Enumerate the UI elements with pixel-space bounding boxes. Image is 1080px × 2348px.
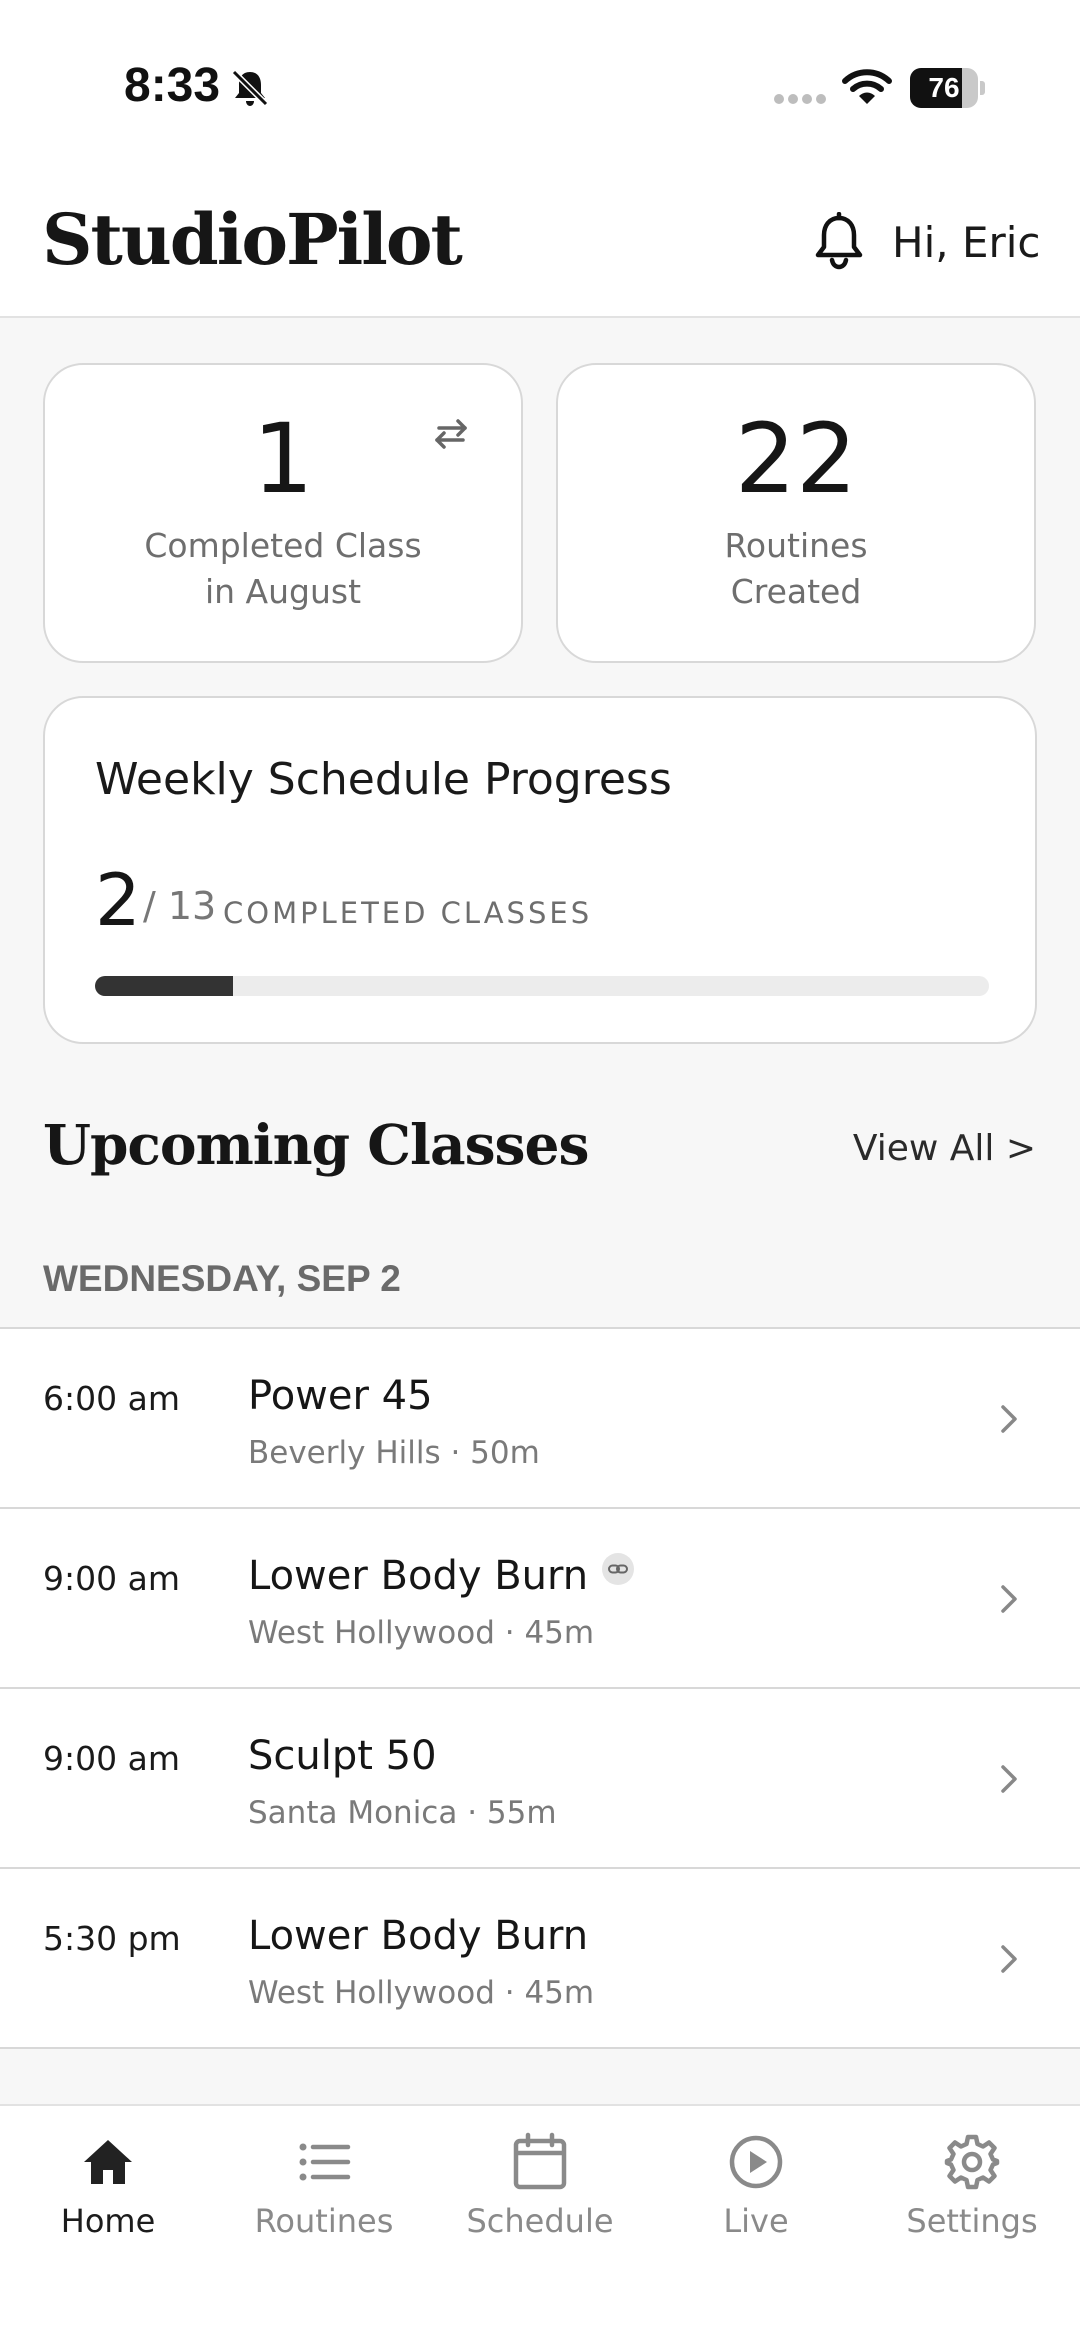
home-screen: 8:33 76 StudioPilot Hi, Eric 1 Completed…	[0, 0, 1080, 2348]
weekly-progress-card[interactable]: Weekly Schedule Progress 2 / 13 COMPLETE…	[43, 696, 1037, 1044]
progress-caption: COMPLETED CLASSES	[223, 896, 593, 930]
bell-off-icon	[231, 69, 269, 107]
nav-settings-label: Settings	[906, 2202, 1038, 2240]
nav-live-label: Live	[723, 2202, 789, 2240]
completed-classes-card[interactable]: 1 Completed Class in August	[43, 363, 523, 663]
play-circle-icon	[729, 2135, 783, 2189]
class-meta: West Hollywood · 45m	[248, 1615, 595, 1651]
nav-live[interactable]: Live	[656, 2132, 856, 2262]
class-meta: Beverly Hills · 50m	[248, 1435, 540, 1471]
brand-logo: StudioPilot	[42, 198, 463, 281]
nav-schedule[interactable]: Schedule	[440, 2132, 640, 2262]
chevron-right-icon	[1001, 1585, 1017, 1613]
progress-bar-fill	[95, 976, 233, 996]
progress-total-count: / 13	[143, 884, 217, 928]
class-time: 6:00 am	[43, 1379, 180, 1418]
battery-icon: 76	[910, 68, 985, 108]
class-list: 6:00 am Power 45 Beverly Hills · 50m 9:0…	[0, 1327, 1080, 2049]
wifi-icon	[842, 69, 892, 104]
class-meta: Santa Monica · 55m	[248, 1795, 557, 1831]
nav-home-label: Home	[60, 2202, 156, 2240]
nav-routines[interactable]: Routines	[224, 2132, 424, 2262]
view-all-link[interactable]: View All >	[853, 1128, 1036, 1169]
nav-settings[interactable]: Settings	[872, 2132, 1072, 2262]
nav-schedule-label: Schedule	[466, 2202, 614, 2240]
battery-level: 76	[928, 72, 960, 103]
bell-icon[interactable]	[812, 212, 866, 270]
home-icon	[84, 2140, 132, 2184]
day-heading: WEDNESDAY, SEP 2	[43, 1258, 401, 1299]
class-name: Power 45	[248, 1373, 433, 1419]
nav-home[interactable]: Home	[8, 2132, 208, 2262]
routines-created-label: Routines Created	[724, 526, 868, 611]
class-name: Lower Body Burn	[248, 1913, 589, 1959]
completed-classes-label: Completed Class in August	[144, 526, 422, 611]
link-icon	[602, 1553, 635, 1585]
class-row[interactable]: 9:00 am Lower Body Burn West Hollywood ·…	[0, 1509, 1080, 1689]
class-row[interactable]: 5:30 pm Lower Body Burn West Hollywood ·…	[0, 1869, 1080, 2049]
progress-completed-count: 2	[95, 858, 141, 942]
class-row[interactable]: 9:00 am Sculpt 50 Santa Monica · 55m	[0, 1689, 1080, 1869]
class-meta: West Hollywood · 45m	[248, 1975, 595, 2011]
routines-created-count: 22	[734, 403, 858, 515]
class-name: Sculpt 50	[248, 1733, 437, 1779]
bottom-nav: Home Routines Schedule Live Settings	[0, 2104, 1080, 2348]
class-row[interactable]: 6:00 am Power 45 Beverly Hills · 50m	[0, 1329, 1080, 1509]
app-header: StudioPilot Hi, Eric	[0, 170, 1080, 318]
progress-title: Weekly Schedule Progress	[95, 754, 672, 805]
status-time: 8:33	[124, 59, 221, 112]
chevron-right-icon	[1001, 1405, 1017, 1433]
status-bar: 8:33 76	[0, 0, 1080, 170]
nav-routines-label: Routines	[254, 2202, 394, 2240]
gear-icon	[944, 2134, 1000, 2190]
progress-bar	[95, 976, 989, 996]
class-time: 5:30 pm	[43, 1919, 181, 1958]
class-name: Lower Body Burn	[248, 1553, 635, 1599]
routines-created-card[interactable]: 22 Routines Created	[556, 363, 1036, 663]
swap-icon[interactable]	[431, 417, 471, 451]
calendar-icon	[513, 2132, 567, 2190]
list-icon	[299, 2143, 351, 2181]
class-time: 9:00 am	[43, 1739, 180, 1778]
chevron-right-icon	[1001, 1765, 1017, 1793]
user-greeting: Hi, Eric	[892, 218, 1041, 267]
upcoming-classes-title: Upcoming Classes	[43, 1112, 589, 1177]
class-time: 9:00 am	[43, 1559, 180, 1598]
chevron-right-icon	[1001, 1945, 1017, 1973]
signal-dots-icon	[774, 94, 826, 104]
